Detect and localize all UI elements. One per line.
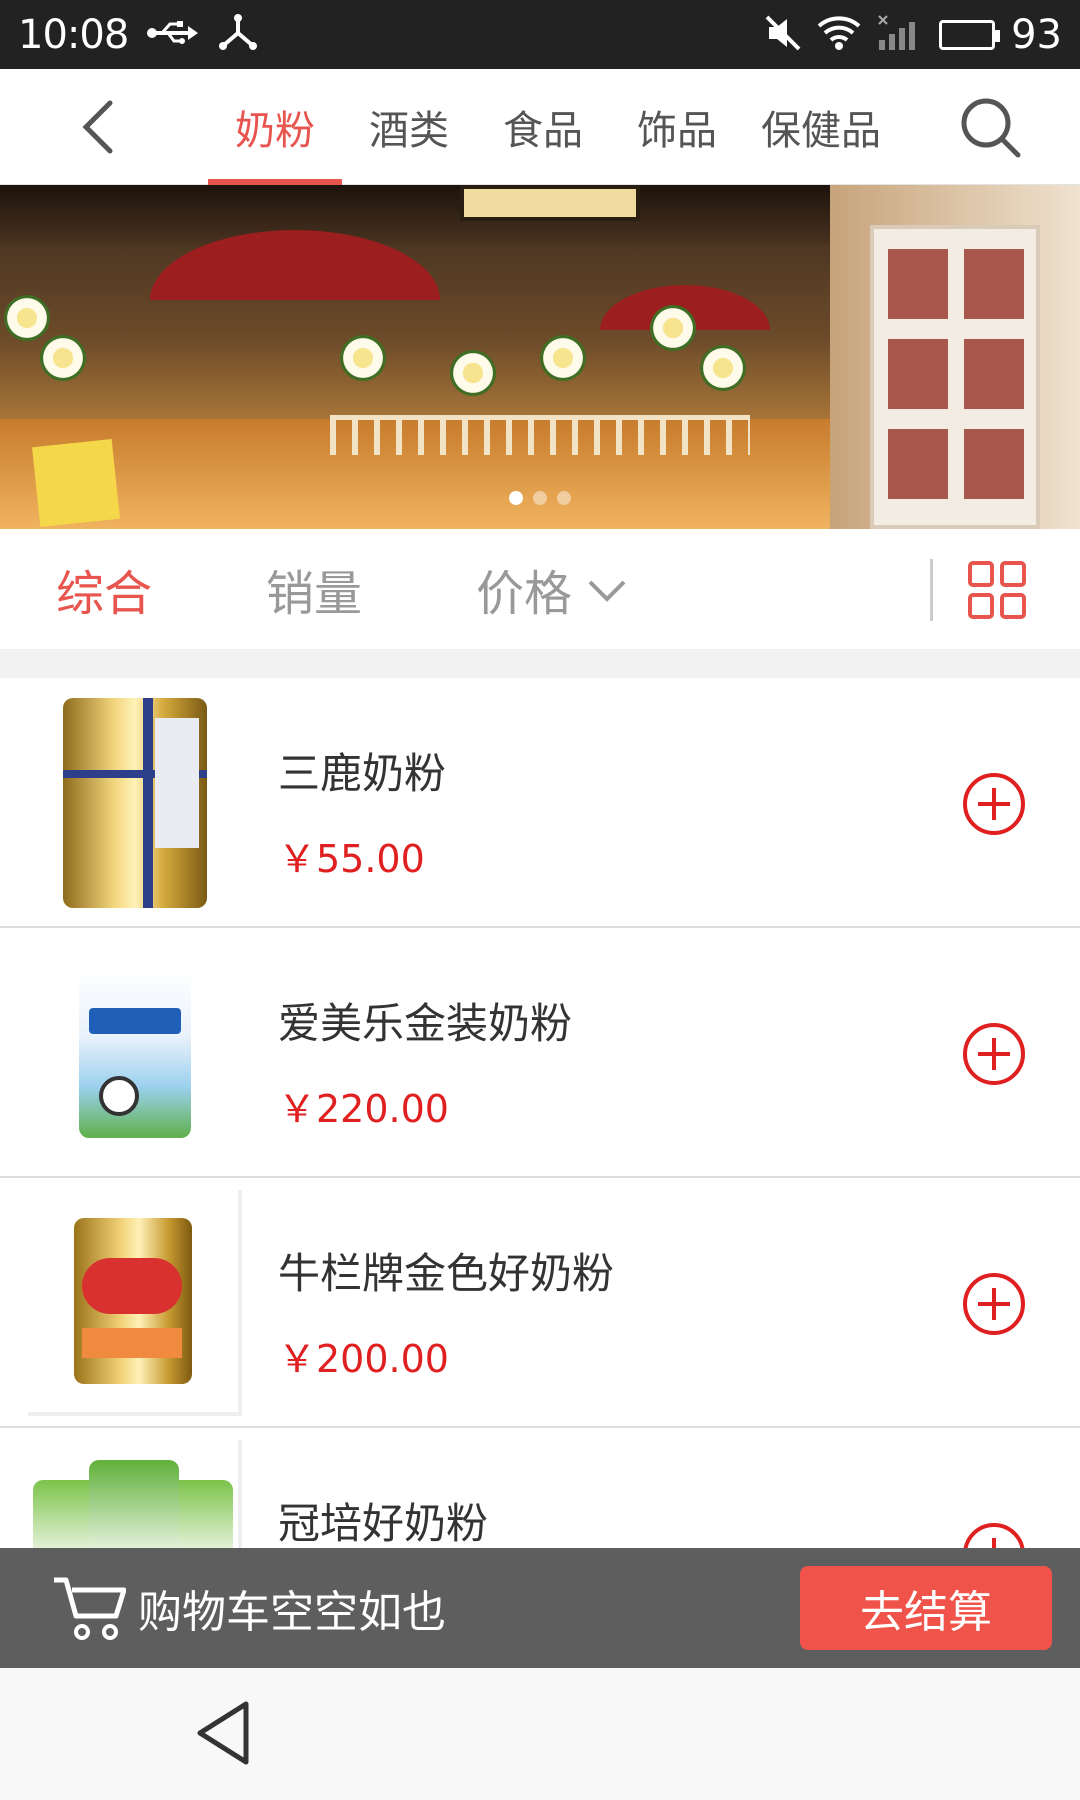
tab-accessories[interactable]: 饰品 — [610, 69, 744, 185]
category-tabs: 奶粉 酒类 食品 饰品 保健品 — [208, 69, 898, 185]
product-price: ￥200.00 — [278, 1337, 449, 1381]
tab-liquor[interactable]: 酒类 — [342, 69, 476, 185]
shopping-cart-icon[interactable] — [52, 1576, 127, 1642]
cart-empty-text: 购物车空空如也 — [138, 1587, 446, 1638]
app-screen: 10:08 93 奶粉 酒类 食品 饰品 保健品 综合 销量 价格 三鹿奶粉 ￥… — [0, 0, 1080, 1800]
product-name: 冠培好奶粉 — [278, 1499, 489, 1548]
status-time: 10:08 — [18, 11, 129, 58]
product-row[interactable]: 牛栏牌金色好奶粉 ￥200.00 — [0, 1178, 1080, 1428]
product-image — [28, 940, 242, 1166]
product-image — [28, 1190, 242, 1416]
battery-level: 93 — [1011, 11, 1062, 58]
product-name: 牛栏牌金色好奶粉 — [278, 1249, 615, 1298]
share-icon — [218, 13, 258, 57]
search-icon[interactable] — [960, 97, 1022, 159]
back-arrow-icon[interactable] — [72, 97, 128, 157]
checkout-button[interactable]: 去结算 — [800, 1566, 1052, 1650]
banner-pager — [0, 491, 1080, 505]
category-nav: 奶粉 酒类 食品 饰品 保健品 — [0, 69, 1080, 185]
sort-price[interactable]: 价格 — [476, 529, 628, 649]
tab-milk-powder[interactable]: 奶粉 — [208, 69, 342, 185]
product-list: 三鹿奶粉 ￥55.00 爱美乐金装奶粉 ￥220.00 牛栏牌金色好奶粉 ￥20… — [0, 678, 1080, 1548]
product-name: 三鹿奶粉 — [278, 749, 447, 798]
grid-view-icon[interactable] — [968, 561, 1026, 619]
usb-icon — [146, 18, 200, 52]
add-to-cart-icon[interactable] — [962, 772, 1026, 836]
sort-sales[interactable]: 销量 — [266, 529, 362, 649]
pager-dot-2[interactable] — [533, 491, 547, 505]
product-name: 爱美乐金装奶粉 — [278, 999, 573, 1048]
product-row[interactable]: 三鹿奶粉 ￥55.00 — [0, 678, 1080, 928]
pager-dot-1[interactable] — [509, 491, 523, 505]
add-to-cart-icon[interactable] — [962, 1022, 1026, 1086]
add-to-cart-icon[interactable] — [962, 1272, 1026, 1336]
add-to-cart-icon[interactable] — [962, 1522, 1026, 1548]
pager-dot-3[interactable] — [557, 491, 571, 505]
product-price: ￥55.00 — [278, 837, 425, 881]
product-image — [28, 690, 242, 916]
product-price: ￥220.00 — [278, 1087, 449, 1131]
tab-food[interactable]: 食品 — [476, 69, 610, 185]
sort-price-label: 价格 — [476, 566, 573, 622]
sort-sales-label: 销量 — [266, 566, 363, 622]
sort-comprehensive[interactable]: 综合 — [56, 529, 152, 649]
tab-health-products[interactable]: 保健品 — [744, 69, 898, 185]
promo-banner[interactable] — [0, 185, 1080, 529]
sort-bar: 综合 销量 价格 — [0, 529, 1080, 649]
system-back-icon[interactable] — [192, 1698, 256, 1768]
cart-bar: 购物车空空如也 去结算 — [0, 1548, 1080, 1668]
mute-icon — [765, 13, 801, 57]
sort-divider — [930, 559, 933, 621]
battery-icon — [939, 19, 1001, 50]
system-nav-bar — [0, 1668, 1080, 1800]
signal-icon — [877, 14, 923, 56]
product-image — [28, 1440, 242, 1548]
status-bar: 10:08 93 — [0, 0, 1080, 69]
chevron-down-icon — [586, 568, 628, 610]
sort-comprehensive-label: 综合 — [56, 566, 153, 622]
product-row[interactable]: 冠培好奶粉 — [0, 1428, 1080, 1548]
wifi-icon — [817, 14, 861, 56]
product-row[interactable]: 爱美乐金装奶粉 ￥220.00 — [0, 928, 1080, 1178]
